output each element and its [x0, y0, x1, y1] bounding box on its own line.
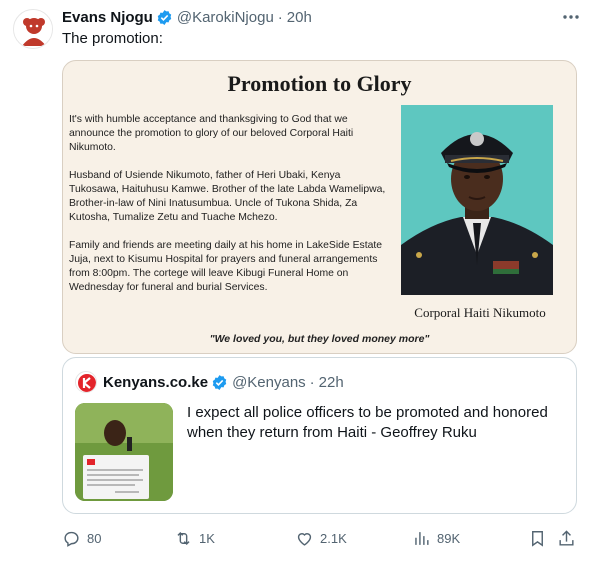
like-count: 2.1K [320, 530, 347, 546]
tweet[interactable]: Evans Njogu @KarokiNjogu · 20h The promo… [0, 0, 599, 565]
tweet-header: Evans Njogu @KarokiNjogu · 20h [62, 6, 312, 28]
action-bar: 80 1K 2.1K 89K [62, 524, 577, 552]
more-options-icon[interactable] [561, 8, 581, 26]
quoted-tweet-media[interactable] [75, 403, 173, 501]
header-separator: · [309, 373, 315, 391]
reply-button[interactable]: 80 [62, 524, 101, 552]
card-quote: "We loved you, but they loved money more… [209, 333, 430, 345]
like-button[interactable]: 2.1K [295, 524, 347, 552]
verified-badge-icon [211, 374, 228, 391]
card-body: It's with humble acceptance and thanksgi… [69, 113, 389, 309]
author-handle[interactable]: @KarokiNjogu [177, 9, 274, 26]
bookmark-icon [532, 530, 543, 547]
retweet-count: 1K [199, 530, 215, 546]
tweet-media-image[interactable]: Promotion to Glory It's with humble acce… [62, 60, 577, 354]
quoted-author-avatar[interactable] [75, 371, 97, 393]
quoted-author-name[interactable]: Kenyans.co.ke [103, 374, 208, 391]
card-paragraph: Family and friends are meeting daily at … [69, 240, 383, 293]
card-title: Promotion to Glory [227, 71, 412, 96]
retweet-icon [177, 531, 190, 545]
quoted-tweet[interactable]: Kenyans.co.ke @Kenyans · 22h I expect al… [62, 357, 577, 514]
view-count: 89K [437, 530, 461, 546]
views-button[interactable]: 89K [412, 524, 460, 552]
reply-count: 80 [87, 530, 102, 546]
tweet-timestamp[interactable]: 20h [287, 9, 312, 26]
reply-icon [64, 531, 79, 547]
verified-badge-icon [156, 9, 173, 26]
card-paragraph: Husband of Usiende Nikumoto, father of H… [69, 170, 386, 223]
share-button[interactable] [557, 524, 582, 552]
header-separator: · [277, 8, 283, 26]
bookmark-button[interactable] [528, 524, 553, 552]
quoted-tweet-timestamp[interactable]: 22h [319, 374, 344, 391]
card-paragraph: It's with humble acceptance and thanksgi… [69, 114, 354, 153]
quoted-author-handle[interactable]: @Kenyans [232, 374, 306, 391]
portrait-caption: Corporal Haiti Nikumoto [414, 305, 546, 320]
share-icon [559, 529, 574, 546]
retweet-button[interactable]: 1K [174, 524, 215, 552]
heart-icon [297, 532, 312, 546]
author-avatar[interactable] [13, 9, 53, 49]
quoted-tweet-text: I expect all police officers to be promo… [187, 404, 548, 441]
author-name[interactable]: Evans Njogu [62, 9, 153, 26]
tweet-text: The promotion: [62, 30, 163, 47]
quoted-tweet-header: Kenyans.co.ke @Kenyans · 22h [103, 371, 344, 393]
officer-portrait [401, 105, 553, 295]
views-bar-chart-icon [415, 531, 429, 545]
